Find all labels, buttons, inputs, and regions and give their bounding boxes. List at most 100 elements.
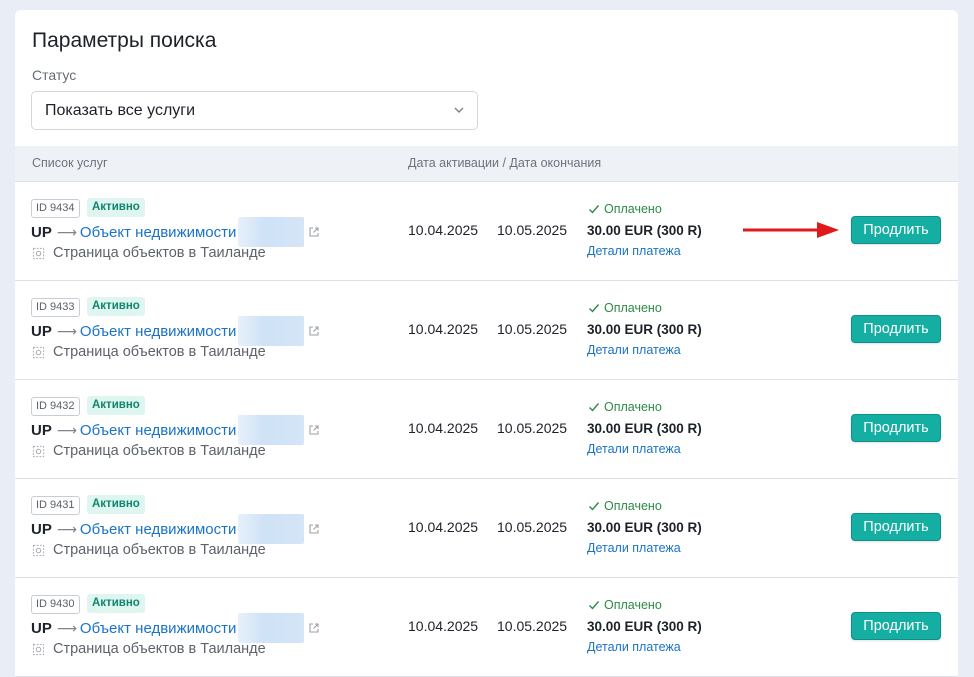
- table-header: Список услуг Дата активации / Дата оконч…: [15, 146, 958, 182]
- extend-button[interactable]: Продлить: [851, 216, 941, 244]
- status-badge: Активно: [87, 495, 145, 514]
- service-id-badge: ID 9432: [31, 397, 80, 416]
- expiry-date: 10.05.2025: [497, 618, 568, 634]
- property-link[interactable]: Объект недвижимости: [80, 620, 236, 637]
- service-id-badge: ID 9431: [31, 496, 80, 515]
- column-services: Список услуг: [32, 156, 108, 170]
- expiry-date: 10.05.2025: [497, 222, 568, 238]
- payment-status-label: Оплачено: [604, 301, 662, 315]
- table-row: ID 9433 Активно UP ⟶ Объект недвижимости…: [15, 281, 958, 380]
- expiry-date: 10.05.2025: [497, 420, 568, 436]
- gear-icon: [32, 445, 45, 457]
- activation-date: 10.04.2025: [408, 519, 479, 535]
- property-link[interactable]: Объект недвижимости: [80, 521, 236, 538]
- check-icon: [589, 304, 600, 313]
- payment-amount: 30.00 EUR (300 R): [587, 322, 702, 337]
- arrow-right-icon: ⟶: [56, 520, 77, 537]
- external-link-icon[interactable]: [308, 226, 320, 238]
- gear-icon: [32, 544, 45, 556]
- payment-status-label: Оплачено: [604, 598, 662, 612]
- extend-button[interactable]: Продлить: [851, 513, 941, 541]
- page-info: Страница объектов в Таиланде: [32, 542, 266, 558]
- payment-status: Оплачено: [588, 598, 662, 612]
- service-id-badge: ID 9430: [31, 595, 80, 614]
- arrow-right-icon: ⟶: [56, 421, 77, 438]
- table-row: ID 9430 Активно UP ⟶ Объект недвижимости…: [15, 578, 958, 677]
- page-label: Страница объектов в Таиланде: [53, 542, 266, 558]
- page-info: Страница объектов в Таиланде: [32, 344, 266, 360]
- payment-details-link[interactable]: Детали платежа: [587, 343, 681, 357]
- arrow-right-icon: ⟶: [56, 223, 77, 240]
- check-icon: [589, 205, 600, 214]
- payment-status-label: Оплачено: [604, 499, 662, 513]
- payment-status: Оплачено: [588, 301, 662, 315]
- table-row: ID 9432 Активно UP ⟶ Объект недвижимости…: [15, 380, 958, 479]
- service-id-badge: ID 9434: [31, 199, 80, 218]
- payment-status: Оплачено: [588, 202, 662, 216]
- service-prefix: UP: [31, 520, 52, 538]
- page-info: Страница объектов в Таиланде: [32, 245, 266, 261]
- expiry-date: 10.05.2025: [497, 321, 568, 337]
- expiry-date: 10.05.2025: [497, 519, 568, 535]
- payment-status: Оплачено: [588, 400, 662, 414]
- gear-icon: [32, 346, 45, 358]
- service-prefix: UP: [31, 619, 52, 637]
- activation-date: 10.04.2025: [408, 222, 479, 238]
- external-link-icon[interactable]: [308, 622, 320, 634]
- service-title: UP ⟶ Объект недвижимости: [31, 613, 320, 643]
- page-label: Страница объектов в Таиланде: [53, 344, 266, 360]
- extend-button[interactable]: Продлить: [851, 612, 941, 640]
- service-title: UP ⟶ Объект недвижимости: [31, 316, 320, 346]
- property-link[interactable]: Объект недвижимости: [80, 323, 236, 340]
- page-title: Параметры поиска: [32, 29, 217, 52]
- extend-button[interactable]: Продлить: [851, 414, 941, 442]
- page-label: Страница объектов в Таиланде: [53, 641, 266, 657]
- external-link-icon[interactable]: [308, 424, 320, 436]
- payment-details-link[interactable]: Детали платежа: [587, 442, 681, 456]
- redacted-area: [238, 415, 305, 445]
- column-dates: Дата активации / Дата окончания: [408, 156, 602, 170]
- activation-date: 10.04.2025: [408, 321, 479, 337]
- payment-status-label: Оплачено: [604, 202, 662, 216]
- check-icon: [589, 502, 600, 511]
- extend-button[interactable]: Продлить: [851, 315, 941, 343]
- redacted-area: [238, 613, 305, 643]
- red-arrow-icon: [743, 222, 839, 238]
- service-prefix: UP: [31, 322, 52, 340]
- payment-details-link[interactable]: Детали платежа: [587, 244, 681, 258]
- payment-status: Оплачено: [588, 499, 662, 513]
- payment-amount: 30.00 EUR (300 R): [587, 619, 702, 634]
- table-row: ID 9431 Активно UP ⟶ Объект недвижимости…: [15, 479, 958, 578]
- external-link-icon[interactable]: [308, 523, 320, 535]
- chevron-down-icon: [454, 107, 464, 113]
- property-link[interactable]: Объект недвижимости: [80, 224, 236, 241]
- service-prefix: UP: [31, 421, 52, 439]
- page-label: Страница объектов в Таиланде: [53, 245, 266, 261]
- service-title: UP ⟶ Объект недвижимости: [31, 514, 320, 544]
- page-label: Страница объектов в Таиланде: [53, 443, 266, 459]
- activation-date: 10.04.2025: [408, 420, 479, 436]
- payment-details-link[interactable]: Детали платежа: [587, 541, 681, 555]
- property-link[interactable]: Объект недвижимости: [80, 422, 236, 439]
- status-badge: Активно: [87, 594, 145, 613]
- payment-amount: 30.00 EUR (300 R): [587, 223, 702, 238]
- status-badge: Активно: [87, 396, 145, 415]
- payment-amount: 30.00 EUR (300 R): [587, 520, 702, 535]
- external-link-icon[interactable]: [308, 325, 320, 337]
- service-id-badge: ID 9433: [31, 298, 80, 317]
- redacted-area: [238, 316, 305, 346]
- payment-details-link[interactable]: Детали платежа: [587, 640, 681, 654]
- status-select[interactable]: Показать все услуги: [31, 91, 478, 130]
- page-info: Страница объектов в Таиланде: [32, 641, 266, 657]
- check-icon: [589, 601, 600, 610]
- service-title: UP ⟶ Объект недвижимости: [31, 217, 320, 247]
- arrow-right-icon: ⟶: [56, 322, 77, 339]
- page-info: Страница объектов в Таиланде: [32, 443, 266, 459]
- status-label: Статус: [32, 67, 77, 83]
- activation-date: 10.04.2025: [408, 618, 479, 634]
- arrow-right-icon: ⟶: [56, 619, 77, 636]
- payment-status-label: Оплачено: [604, 400, 662, 414]
- search-panel: Параметры поиска Статус Показать все усл…: [15, 10, 958, 677]
- gear-icon: [32, 643, 45, 655]
- status-badge: Активно: [87, 297, 145, 316]
